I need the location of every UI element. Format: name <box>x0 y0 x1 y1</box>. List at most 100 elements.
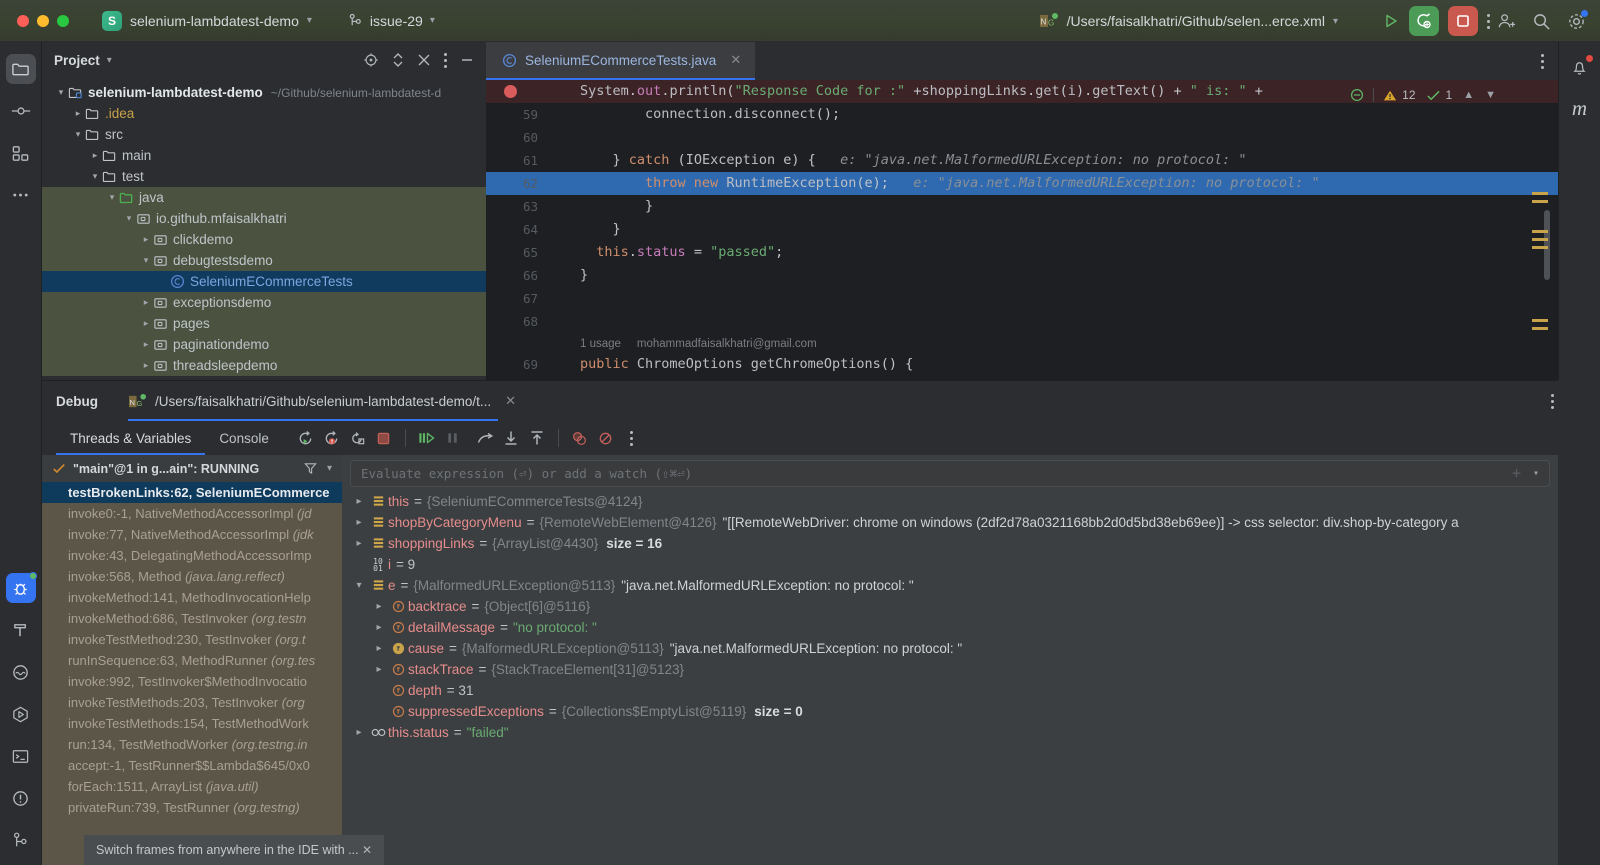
step-into-button[interactable] <box>498 425 524 451</box>
options-icon[interactable] <box>444 53 447 68</box>
sidebar-item-debug[interactable] <box>6 573 36 603</box>
frame-item[interactable]: invokeTestMethods:203, TestInvoker (org <box>42 692 342 713</box>
frame-item[interactable]: invokeMethod:686, TestInvoker (org.testn <box>42 608 342 629</box>
close-icon[interactable]: ✕ <box>362 843 372 857</box>
sidebar-item-problems[interactable] <box>6 783 36 813</box>
variables-list[interactable]: ▸this={SeleniumECommerceTests@4124}▸shop… <box>342 491 1558 743</box>
chevron-right-icon[interactable]: ▸ <box>350 727 368 738</box>
makefile-tool-icon[interactable]: m <box>1559 96 1600 121</box>
chevron-right-icon[interactable]: ▸ <box>139 360 153 371</box>
chevron-down-icon[interactable]: ▾ <box>139 255 153 266</box>
debug-more-icon[interactable] <box>619 425 645 451</box>
chevron-right-icon[interactable]: ▸ <box>350 517 368 528</box>
chevron-down-icon[interactable]: ▾ <box>122 213 136 224</box>
variable-row[interactable]: ▸backtrace={Object[6]@5116} <box>342 596 1558 617</box>
frame-item[interactable]: accept:-1, TestRunner$$Lambda$645/0x0 <box>42 755 342 776</box>
tree-item-java[interactable]: ▾java <box>42 187 486 208</box>
chevron-right-icon[interactable]: ▸ <box>139 234 153 245</box>
variable-row[interactable]: ▸detailMessage="no protocol: " <box>342 617 1558 638</box>
chevron-down-icon[interactable]: ▾ <box>105 192 119 203</box>
variable-row[interactable]: ▸this.status="failed" <box>342 722 1558 743</box>
breakpoint-icon[interactable] <box>504 85 517 98</box>
frame-item[interactable]: invoke:568, Method (java.lang.reflect) <box>42 566 342 587</box>
chevron-down-icon[interactable]: ▾ <box>54 87 68 98</box>
step-over-button[interactable] <box>472 425 498 451</box>
close-icon[interactable]: ✕ <box>730 52 741 68</box>
chevron-down-icon[interactable]: ▾ <box>71 129 85 140</box>
frame-item[interactable]: invoke:77, NativeMethodAccessorImpl (jdk <box>42 524 342 545</box>
collapse-all-icon[interactable] <box>417 53 431 67</box>
debug-button[interactable] <box>1409 6 1439 36</box>
chevron-right-icon[interactable]: ▸ <box>350 538 368 549</box>
close-icon[interactable]: ✕ <box>505 393 516 409</box>
close-window-button[interactable] <box>17 15 29 27</box>
search-button[interactable] <box>1532 12 1551 31</box>
tree-item-selenium-lambdatest-demo[interactable]: ▾selenium-lambdatest-demo~/Github/seleni… <box>42 82 486 103</box>
maximize-window-button[interactable] <box>57 15 69 27</box>
next-problem-icon[interactable]: ▼ <box>1485 89 1496 101</box>
sidebar-item-commit[interactable] <box>6 96 36 126</box>
add-account-button[interactable] <box>1497 12 1516 31</box>
sidebar-item-structure[interactable] <box>6 138 36 168</box>
chevron-right-icon[interactable]: ▸ <box>370 664 388 675</box>
editor-options-icon[interactable] <box>1541 54 1544 69</box>
frame-item[interactable]: privateRun:739, TestRunner (org.testng) <box>42 797 342 818</box>
minimize-icon[interactable] <box>460 53 474 67</box>
variable-row[interactable]: 1001i= 9 <box>342 554 1558 575</box>
frame-item[interactable]: invokeTestMethods:154, TestMethodWork <box>42 713 342 734</box>
editor-scrollbar-thumb[interactable] <box>1544 210 1550 280</box>
project-tree[interactable]: ▾selenium-lambdatest-demo~/Github/seleni… <box>42 78 486 376</box>
chevron-down-icon[interactable]: ▾ <box>1533 468 1539 479</box>
mute-breakpoints-button[interactable] <box>593 425 619 451</box>
tree-item-src[interactable]: ▾src <box>42 124 486 145</box>
more-options-icon[interactable] <box>1487 14 1490 29</box>
variable-row[interactable]: ▸this={SeleniumECommerceTests@4124} <box>342 491 1558 512</box>
chevron-right-icon[interactable]: ▸ <box>370 643 388 654</box>
tree-item-threadsleepdemo[interactable]: ▸threadsleepdemo <box>42 355 486 376</box>
restart-debugger-button[interactable] <box>345 425 371 451</box>
rerun-button[interactable] <box>293 425 319 451</box>
variables-panel[interactable]: Evaluate expression (⏎) or add a watch (… <box>342 455 1558 865</box>
tree-item-pages[interactable]: ▸pages <box>42 313 486 334</box>
tree-item-clickdemo[interactable]: ▸clickdemo <box>42 229 486 250</box>
code-editor[interactable]: System.out.println("Response Code for :"… <box>486 80 1558 380</box>
sidebar-item-run[interactable] <box>6 699 36 729</box>
variable-row[interactable]: ▸stackTrace={StackTraceElement[31]@5123} <box>342 659 1558 680</box>
chevron-down-icon[interactable]: ▾ <box>107 55 112 66</box>
frames-list[interactable]: testBrokenLinks:62, SeleniumECommerce inv… <box>42 482 342 818</box>
sidebar-item-project[interactable] <box>6 54 36 84</box>
tree-item-test[interactable]: ▾test <box>42 166 486 187</box>
frame-item[interactable]: testBrokenLinks:62, SeleniumECommerce <box>42 482 342 503</box>
tab-console[interactable]: Console <box>205 421 283 455</box>
sidebar-item-services[interactable] <box>6 657 36 687</box>
tree-item-debugtestsdemo[interactable]: ▾debugtestsdemo <box>42 250 486 271</box>
settings-button[interactable] <box>1567 12 1586 31</box>
debug-options-icon[interactable] <box>1551 394 1554 409</box>
chevron-right-icon[interactable]: ▸ <box>88 150 102 161</box>
resume-button[interactable] <box>414 425 440 451</box>
chevron-down-icon[interactable]: ▾ <box>350 580 368 591</box>
stop-button[interactable] <box>371 425 397 451</box>
tree-item-seleniumecommercetests[interactable]: SeleniumECommerceTests <box>42 271 486 292</box>
sidebar-item-git[interactable] <box>6 825 36 855</box>
run-button[interactable] <box>1382 12 1400 30</box>
sidebar-item-terminal[interactable] <box>6 741 36 771</box>
project-selector[interactable]: S selenium-lambdatest-demo ▾ <box>94 8 320 34</box>
chevron-right-icon[interactable]: ▸ <box>139 339 153 350</box>
tab-threads-and-variables[interactable]: Threads & Variables <box>56 421 205 455</box>
debug-session-tab[interactable]: N G /Users/faisalkhatri/Github/selenium-… <box>128 381 516 421</box>
variable-row[interactable]: suppressedExceptions={Collections$EmptyL… <box>342 701 1558 722</box>
chevron-right-icon[interactable]: ▸ <box>139 318 153 329</box>
tree-item-paginationdemo[interactable]: ▸paginationdemo <box>42 334 486 355</box>
frame-item[interactable]: runInSequence:63, MethodRunner (org.tes <box>42 650 342 671</box>
view-breakpoints-button[interactable] <box>567 425 593 451</box>
rerun-failed-button[interactable] <box>319 425 345 451</box>
sidebar-item-more-tools[interactable] <box>6 180 36 210</box>
chevron-right-icon[interactable]: ▸ <box>370 622 388 633</box>
chevron-down-icon[interactable]: ▾ <box>88 171 102 182</box>
frame-item[interactable]: forEach:1511, ArrayList (java.util) <box>42 776 342 797</box>
variable-row[interactable]: ▸shopByCategoryMenu={RemoteWebElement@41… <box>342 512 1558 533</box>
minimize-window-button[interactable] <box>37 15 49 27</box>
locate-icon[interactable] <box>363 52 379 68</box>
variable-row[interactable]: ▸shoppingLinks={ArrayList@4430}size = 16 <box>342 533 1558 554</box>
